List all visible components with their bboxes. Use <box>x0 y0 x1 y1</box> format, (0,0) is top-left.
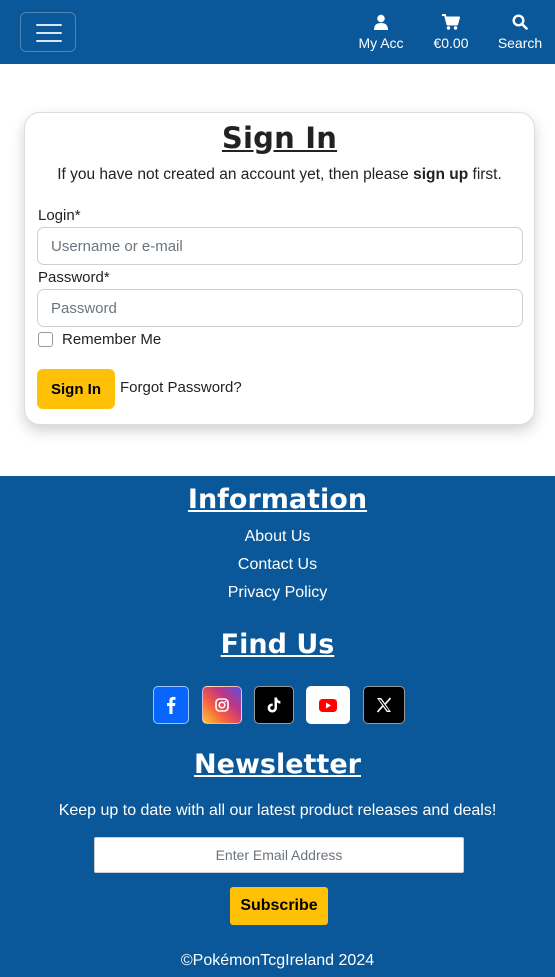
menu-toggle-button[interactable] <box>20 12 76 52</box>
nav-search[interactable]: Search <box>495 13 545 51</box>
page-title: Sign In <box>221 121 338 155</box>
youtube-icon <box>319 698 337 712</box>
remember-me-checkbox[interactable] <box>38 332 53 347</box>
copyright-text: ©PokémonTcgIreland 2024 <box>180 952 375 969</box>
signin-card: Sign In If you have not created an accou… <box>24 112 535 425</box>
login-label: Login* <box>38 207 81 224</box>
nav-cart[interactable]: €0.00 <box>427 13 475 51</box>
signup-prompt-text: If you have not created an account yet, … <box>57 166 414 183</box>
instagram-icon <box>215 698 229 712</box>
nav-my-account-label: My Acc <box>358 35 404 51</box>
instagram-button[interactable] <box>202 686 242 724</box>
shopping-cart-icon <box>442 14 460 30</box>
signup-prompt: If you have not created an account yet, … <box>25 166 534 184</box>
x-twitter-icon <box>376 697 392 713</box>
nav-my-account[interactable]: My Acc <box>352 13 410 51</box>
facebook-icon <box>167 696 176 714</box>
site-footer: Information About Us Contact Us Privacy … <box>0 476 555 977</box>
user-icon <box>374 14 388 30</box>
footer-link-about-us[interactable]: About Us <box>0 528 555 546</box>
search-icon <box>512 14 528 30</box>
top-navbar: My Acc €0.00 Search <box>0 0 555 64</box>
password-input[interactable] <box>37 289 523 327</box>
newsletter-email-input[interactable] <box>94 837 464 873</box>
nav-cart-total: €0.00 <box>433 35 469 51</box>
remember-me-label[interactable]: Remember Me <box>62 331 161 348</box>
login-input[interactable] <box>37 227 523 265</box>
facebook-button[interactable] <box>153 686 189 724</box>
signup-link[interactable]: sign up <box>413 166 468 183</box>
footer-link-contact-us[interactable]: Contact Us <box>0 556 555 574</box>
x-twitter-button[interactable] <box>363 686 405 724</box>
tiktok-icon <box>267 697 281 713</box>
information-heading: Information <box>187 484 368 515</box>
signup-prompt-end: first. <box>468 166 502 183</box>
youtube-button[interactable] <box>306 686 350 724</box>
footer-link-privacy-policy[interactable]: Privacy Policy <box>0 584 555 602</box>
newsletter-heading: Newsletter <box>194 749 361 780</box>
nav-search-label: Search <box>497 35 543 51</box>
find-us-heading: Find Us <box>220 629 335 660</box>
newsletter-description: Keep up to date with all our latest prod… <box>58 802 497 819</box>
tiktok-button[interactable] <box>254 686 294 724</box>
forgot-password-link[interactable]: Forgot Password? <box>120 379 242 396</box>
subscribe-button[interactable]: Subscribe <box>230 887 328 925</box>
signin-button[interactable]: Sign In <box>37 369 115 409</box>
password-label: Password* <box>38 269 110 286</box>
